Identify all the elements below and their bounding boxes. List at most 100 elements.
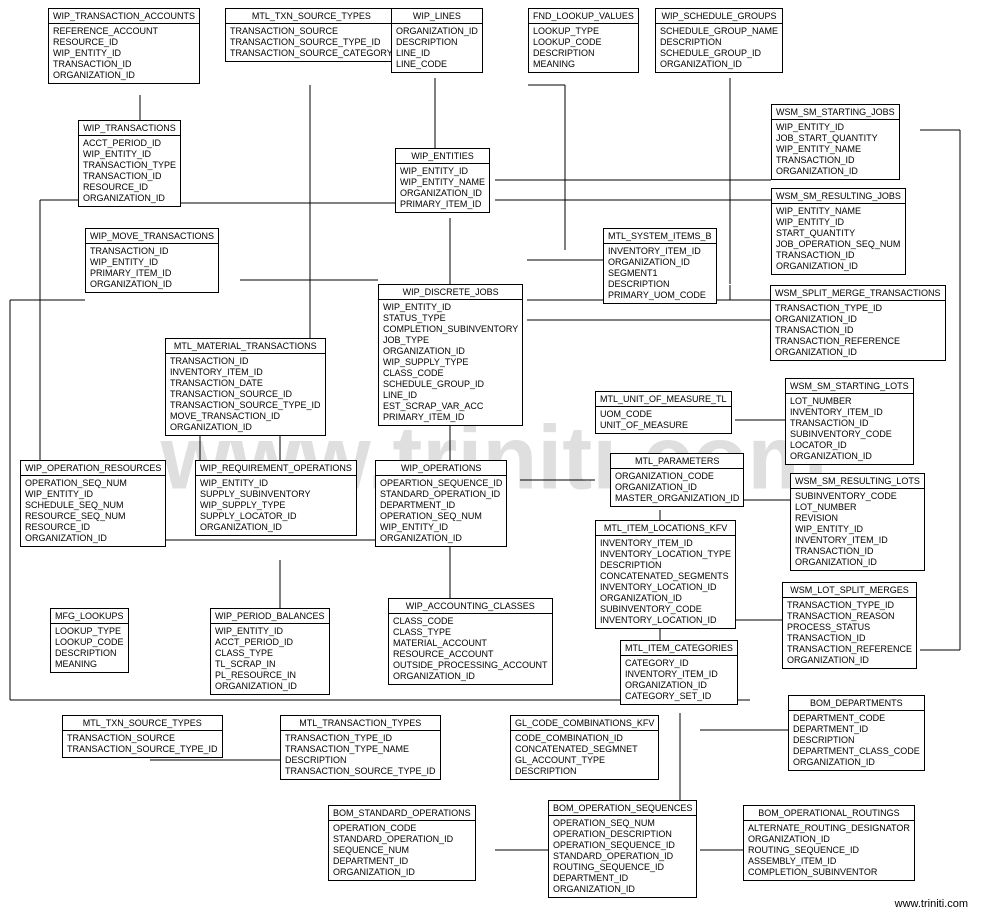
entity-body: WIP_ENTITY_IDACCT_PERIOD_IDCLASS_TYPETL_…: [211, 624, 329, 694]
entity-column: WIP_ENTITY_NAME: [776, 206, 901, 217]
entity-column: TRANSACTION_SOURCE_ID: [170, 389, 321, 400]
entity-column: SUBINVENTORY_CODE: [795, 491, 920, 502]
entity-title: BOM_OPERATION_SEQUENCES: [549, 801, 696, 816]
entity-column: DESCRIPTION: [533, 48, 634, 59]
entity-column: INVENTORY_ITEM_ID: [795, 535, 920, 546]
entity-title: WIP_OPERATION_RESOURCES: [21, 461, 165, 476]
entity-column: INVENTORY_ITEM_ID: [170, 367, 321, 378]
entity-column: JOB_START_QUANTITY: [776, 133, 895, 144]
entity-column: INVENTORY_LOCATION_TYPE: [600, 549, 731, 560]
entity-column: DESCRIPTION: [600, 560, 731, 571]
entity-column: ORGANIZATION_ID: [776, 261, 901, 272]
entity-fnd_lookup_values: FND_LOOKUP_VALUESLOOKUP_TYPELOOKUP_CODED…: [528, 8, 639, 73]
entity-title: MTL_ITEM_LOCATIONS_KFV: [596, 521, 735, 536]
entity-body: TRANSACTION_SOURCETRANSACTION_SOURCE_TYP…: [63, 731, 222, 757]
entity-column: WIP_ENTITY_ID: [83, 149, 176, 160]
entity-column: TRANSACTION_ID: [90, 246, 214, 257]
entity-column: TRANSACTION_DATE: [170, 378, 321, 389]
entity-mtl_system_items_b: MTL_SYSTEM_ITEMS_BINVENTORY_ITEM_IDORGAN…: [603, 228, 717, 304]
entity-column: TRANSACTION_ID: [790, 418, 909, 429]
entity-column: ORGANIZATION_ID: [615, 482, 739, 493]
entity-title: GL_CODE_COMBINATIONS_KFV: [511, 716, 658, 731]
entity-title: FND_LOOKUP_VALUES: [529, 9, 638, 24]
entity-column: ORGANIZATION_ID: [553, 884, 692, 895]
entity-column: WIP_ENTITY_ID: [90, 257, 214, 268]
entity-body: CLASS_CODECLASS_TYPEMATERIAL_ACCOUNTRESO…: [389, 614, 552, 684]
entity-column: SEGMENT1: [608, 268, 712, 279]
entity-body: TRANSACTION_TYPE_IDTRANSACTION_REASONPRO…: [783, 598, 916, 668]
entity-title: WIP_REQUIREMENT_OPERATIONS: [196, 461, 356, 476]
footer-link[interactable]: www.triniti.com: [895, 898, 968, 910]
entity-column: TRANSACTION_ID: [83, 171, 176, 182]
entity-title: BOM_DEPARTMENTS: [789, 696, 924, 711]
entity-title: MTL_TXN_SOURCE_TYPES: [63, 716, 222, 731]
entity-column: REFERENCE_ACCOUNT: [53, 26, 195, 37]
entity-column: TRANSACTION_ID: [787, 633, 912, 644]
entity-body: INVENTORY_ITEM_IDORGANIZATION_IDSEGMENT1…: [604, 244, 716, 303]
entity-title: BOM_OPERATIONAL_ROUTINGS: [744, 806, 914, 821]
entity-body: OPERATION_CODESTANDARD_OPERATION_IDSEQUE…: [329, 821, 475, 880]
entity-title: WIP_ENTITIES: [396, 149, 489, 164]
entity-wsm_sm_resulting_lots: WSM_SM_RESULTING_LOTSSUBINVENTORY_CODELO…: [790, 473, 925, 571]
entity-column: WIP_ENTITY_NAME: [776, 144, 895, 155]
entity-column: ORGANIZATION_ID: [600, 593, 731, 604]
entity-wsm_split_merge_transactions: WSM_SPLIT_MERGE_TRANSACTIONSTRANSACTION_…: [770, 285, 946, 361]
entity-wip_schedule_groups: WIP_SCHEDULE_GROUPSSCHEDULE_GROUP_NAMEDE…: [655, 8, 783, 73]
entity-column: TRANSACTION_TYPE: [83, 160, 176, 171]
entity-title: MTL_SYSTEM_ITEMS_B: [604, 229, 716, 244]
entity-title: WIP_ACCOUNTING_CLASSES: [389, 599, 552, 614]
entity-wip_operation_resources: WIP_OPERATION_RESOURCESOPERATION_SEQ_NUM…: [20, 460, 166, 547]
entity-body: SCHEDULE_GROUP_NAMEDESCRIPTIONSCHEDULE_G…: [656, 24, 782, 72]
entity-column: ALTERNATE_ROUTING_DESIGNATOR: [748, 823, 910, 834]
entity-column: PL_RESOURCE_IN: [215, 670, 325, 681]
entity-column: OPERATION_SEQ_NUM: [553, 818, 692, 829]
entity-column: WIP_ENTITY_ID: [795, 524, 920, 535]
entity-title: WIP_OPERATIONS: [376, 461, 506, 476]
entity-column: TRANSACTION_SOURCE: [230, 26, 393, 37]
entity-column: ORGANIZATION_ID: [608, 257, 712, 268]
entity-wsm_lot_split_merges: WSM_LOT_SPLIT_MERGESTRANSACTION_TYPE_IDT…: [782, 582, 917, 669]
entity-body: CODE_COMBINATION_IDCONCATENATED_SEGMNETG…: [511, 731, 658, 779]
entity-column: ORGANIZATION_ID: [625, 680, 733, 691]
entity-title: BOM_STANDARD_OPERATIONS: [329, 806, 475, 821]
entity-column: SCHEDULE_SEQ_NUM: [25, 500, 161, 511]
entity-column: SUPPLY_SUBINVENTORY: [200, 489, 352, 500]
entity-mtl_txn_source_types_1: MTL_TXN_SOURCE_TYPESTRANSACTION_SOURCETR…: [225, 8, 398, 62]
entity-column: WIP_ENTITY_ID: [383, 302, 518, 313]
entity-body: TRANSACTION_SOURCETRANSACTION_SOURCE_TYP…: [226, 24, 397, 61]
entity-column: SUBINVENTORY_CODE: [790, 429, 909, 440]
entity-column: ORGANIZATION_ID: [170, 422, 321, 433]
entity-column: WIP_ENTITY_ID: [215, 626, 325, 637]
entity-column: ROUTING_SEQUENCE_ID: [748, 845, 910, 856]
entity-column: ASSEMBLY_ITEM_ID: [748, 856, 910, 867]
entity-column: ROUTING_SEQUENCE_ID: [553, 862, 692, 873]
entity-body: LOOKUP_TYPELOOKUP_CODEDESCRIPTIONMEANING: [529, 24, 638, 72]
entity-column: ORGANIZATION_ID: [748, 834, 910, 845]
entity-column: ORGANIZATION_ID: [793, 757, 920, 768]
entity-body: WIP_ENTITY_IDSUPPLY_SUBINVENTORYWIP_SUPP…: [196, 476, 356, 535]
entity-column: DEPARTMENT_ID: [380, 500, 502, 511]
entity-column: ORGANIZATION_ID: [775, 314, 941, 325]
entity-column: ORGANIZATION_ID: [396, 26, 478, 37]
entity-column: ORGANIZATION_CODE: [615, 471, 739, 482]
entity-column: TRANSACTION_SOURCE_CATEGORY: [230, 48, 393, 59]
entity-column: MOVE_TRANSACTION_ID: [170, 411, 321, 422]
entity-column: OPEARTION_SEQUENCE_ID: [380, 478, 502, 489]
entity-column: TRANSACTION_REFERENCE: [787, 644, 912, 655]
entity-column: WIP_ENTITY_ID: [53, 48, 195, 59]
entity-column: TRANSACTION_SOURCE_TYPE_ID: [230, 37, 393, 48]
entity-column: OPERATION_SEQUENCE_ID: [553, 840, 692, 851]
entity-column: START_QUANTITY: [776, 228, 901, 239]
entity-column: DESCRIPTION: [55, 648, 124, 659]
entity-title: WIP_LINES: [392, 9, 482, 24]
entity-column: TRANSACTION_TYPE_ID: [775, 303, 941, 314]
entity-mtl_material_transactions: MTL_MATERIAL_TRANSACTIONSTRANSACTION_IDI…: [165, 338, 326, 436]
entity-column: ORGANIZATION_ID: [660, 59, 778, 70]
entity-column: TRANSACTION_SOURCE_TYPE_ID: [67, 744, 218, 755]
entity-column: INVENTORY_ITEM_ID: [790, 407, 909, 418]
entity-column: PROCESS_STATUS: [787, 622, 912, 633]
entity-column: TRANSACTION_ID: [795, 546, 920, 557]
entity-column: COMPLETION_SUBINVENTORY: [383, 324, 518, 335]
entity-column: ORGANIZATION_ID: [380, 533, 502, 544]
entity-column: PRIMARY_ITEM_ID: [400, 199, 485, 210]
